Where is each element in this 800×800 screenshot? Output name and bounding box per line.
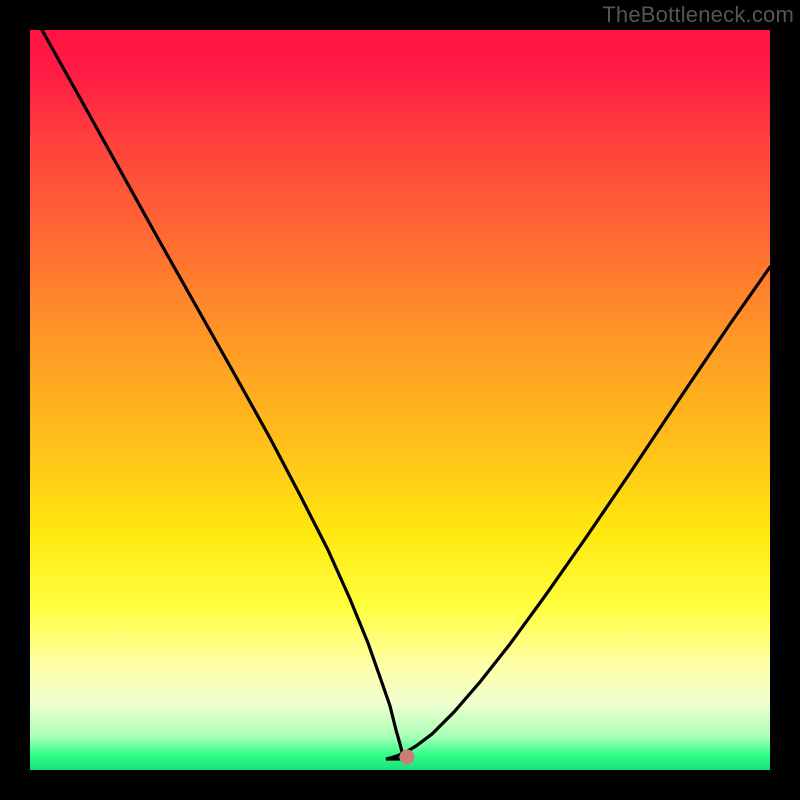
minimum-point-marker [399, 750, 414, 765]
bottleneck-curve [30, 30, 770, 770]
bottleneck-curve-path [42, 30, 770, 759]
plot-area [30, 30, 770, 770]
watermark-label: TheBottleneck.com [602, 2, 794, 28]
chart-container: TheBottleneck.com [0, 0, 800, 800]
